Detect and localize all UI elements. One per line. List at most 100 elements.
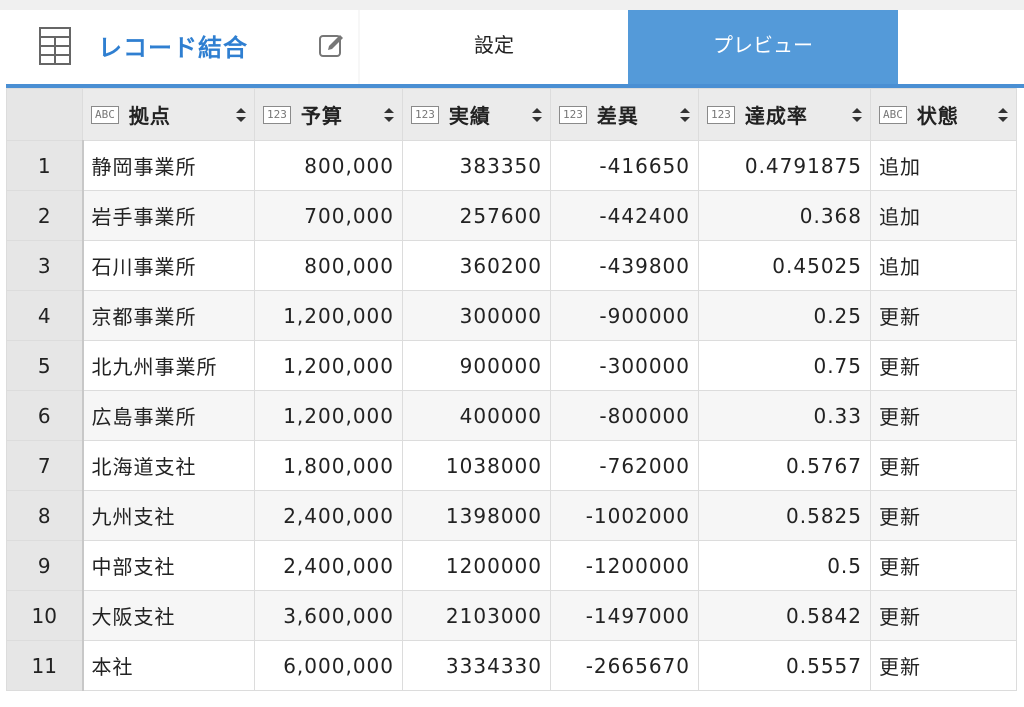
column-type-badge: ABC xyxy=(91,105,119,124)
sort-icon[interactable] xyxy=(998,107,1008,122)
column-header[interactable]: 123 実績 xyxy=(402,88,551,141)
table-cell: 3334330 xyxy=(402,640,551,691)
column-header-label: 差異 xyxy=(596,104,639,128)
sort-icon[interactable] xyxy=(384,107,394,122)
table-cell: 更新 xyxy=(870,440,1017,491)
row-number: 7 xyxy=(6,440,84,491)
table-cell: 0.75 xyxy=(698,340,871,391)
column-type-badge: 123 xyxy=(559,105,587,124)
table-cell: 更新 xyxy=(870,640,1017,691)
table-cell: 追加 xyxy=(870,240,1017,291)
table-cell: 0.5 xyxy=(698,540,871,591)
column-type-badge: ABC xyxy=(879,105,907,124)
table-cell: 2,400,000 xyxy=(254,490,403,541)
table-row: 5 北九州事業所 1,200,000 900000 -300000 0.75 更新 xyxy=(6,340,1017,391)
table-cell: -762000 xyxy=(550,440,699,491)
table-body: 1 静岡事業所 800,000 383350 -416650 0.4791875 追加 2 岩手… xyxy=(6,140,1017,691)
table-cell: 中部支社 xyxy=(82,540,255,591)
row-number: 2 xyxy=(6,190,84,241)
column-header-label: 拠点 xyxy=(128,104,171,128)
sort-icon[interactable] xyxy=(852,107,862,122)
table-cell: 更新 xyxy=(870,340,1017,391)
table-cell: 1,800,000 xyxy=(254,440,403,491)
table-row: 3 石川事業所 800,000 360200 -439800 0.45025 追加 xyxy=(6,240,1017,291)
table-cell: 257600 xyxy=(402,190,551,241)
table-cell: 追加 xyxy=(870,140,1017,191)
row-number: 9 xyxy=(6,540,84,591)
column-header-label: 達成率 xyxy=(744,104,808,128)
row-number: 11 xyxy=(6,640,84,691)
tab-settings[interactable]: 設定 xyxy=(360,10,628,84)
table-cell: 静岡事業所 xyxy=(82,140,255,191)
table-cell: 400000 xyxy=(402,390,551,441)
row-number: 8 xyxy=(6,490,84,541)
table-cell: 0.368 xyxy=(698,190,871,241)
table-cell: -900000 xyxy=(550,290,699,341)
table-cell: 大阪支社 xyxy=(82,590,255,641)
row-number: 5 xyxy=(6,340,84,391)
tab-preview[interactable]: プレビュー xyxy=(628,10,898,84)
column-header[interactable]: ABC 拠点 xyxy=(82,88,255,141)
header-spacer xyxy=(898,10,1024,84)
table-cell: -416650 xyxy=(550,140,699,191)
column-header[interactable]: 123 予算 xyxy=(254,88,403,141)
pencil-edit-icon[interactable] xyxy=(318,32,346,60)
column-header-label: 予算 xyxy=(300,104,343,128)
table-cell: 1038000 xyxy=(402,440,551,491)
column-header[interactable]: 123 差異 xyxy=(550,88,699,141)
row-number-header xyxy=(6,88,83,141)
table-cell: 追加 xyxy=(870,190,1017,241)
table-cell: 更新 xyxy=(870,540,1017,591)
sort-icon[interactable] xyxy=(236,107,246,122)
table-cell: 3,600,000 xyxy=(254,590,403,641)
top-strip xyxy=(0,0,1024,10)
table-cell: 更新 xyxy=(870,290,1017,341)
table-cell: -800000 xyxy=(550,390,699,441)
row-number: 3 xyxy=(6,240,84,291)
table-cell: 0.5842 xyxy=(698,590,871,641)
table-cell: -439800 xyxy=(550,240,699,291)
table-cell: 更新 xyxy=(870,390,1017,441)
sort-icon[interactable] xyxy=(532,107,542,122)
sort-icon[interactable] xyxy=(680,107,690,122)
preview-table: ABC 拠点 123 予算 123 実績 123 差異 123 達成率 ABC 状態 1 静岡事業所 80… xyxy=(6,88,1017,691)
table-cell: 1,200,000 xyxy=(254,340,403,391)
table-grid-icon xyxy=(39,27,71,65)
column-header[interactable]: ABC 状態 xyxy=(870,88,1017,141)
row-number: 6 xyxy=(6,390,84,441)
table-cell: 700,000 xyxy=(254,190,403,241)
table-cell: -442400 xyxy=(550,190,699,241)
app-title: レコード結合 xyxy=(98,34,248,62)
header-row: ABC 拠点 123 予算 123 実績 123 差異 123 達成率 ABC 状態 xyxy=(6,88,1017,141)
table-row: 2 岩手事業所 700,000 257600 -442400 0.368 追加 xyxy=(6,190,1017,241)
table-row: 9 中部支社 2,400,000 1200000 -1200000 0.5 更新 xyxy=(6,540,1017,591)
table-cell: 2,400,000 xyxy=(254,540,403,591)
row-number: 4 xyxy=(6,290,84,341)
table-cell: 北九州事業所 xyxy=(82,340,255,391)
column-header-label: 状態 xyxy=(916,104,959,128)
table-cell: 北海道支社 xyxy=(82,440,255,491)
table-cell: 1398000 xyxy=(402,490,551,541)
table-cell: 1,200,000 xyxy=(254,290,403,341)
column-type-badge: 123 xyxy=(263,105,291,124)
table-cell: -300000 xyxy=(550,340,699,391)
table-row: 7 北海道支社 1,800,000 1038000 -762000 0.5767 更新 xyxy=(6,440,1017,491)
table-row: 4 京都事業所 1,200,000 300000 -900000 0.25 更新 xyxy=(6,290,1017,341)
table-cell: 383350 xyxy=(402,140,551,191)
table-row: 11 本社 6,000,000 3334330 -2665670 0.5557 更新 xyxy=(6,640,1017,691)
table-cell: 6,000,000 xyxy=(254,640,403,691)
table-cell: -1002000 xyxy=(550,490,699,541)
table-cell: 更新 xyxy=(870,590,1017,641)
column-header-label: 実績 xyxy=(448,104,491,128)
table-cell: 1,200,000 xyxy=(254,390,403,441)
table-cell: 300000 xyxy=(402,290,551,341)
table-cell: -2665670 xyxy=(550,640,699,691)
table-cell: 岩手事業所 xyxy=(82,190,255,241)
table-cell: 0.25 xyxy=(698,290,871,341)
app-header: レコード結合 設定 プレビュー xyxy=(6,10,1024,84)
table-cell: 0.5767 xyxy=(698,440,871,491)
column-header[interactable]: 123 達成率 xyxy=(698,88,871,141)
table-cell: 九州支社 xyxy=(82,490,255,541)
title-panel: レコード結合 xyxy=(6,10,358,84)
table-cell: 800,000 xyxy=(254,140,403,191)
